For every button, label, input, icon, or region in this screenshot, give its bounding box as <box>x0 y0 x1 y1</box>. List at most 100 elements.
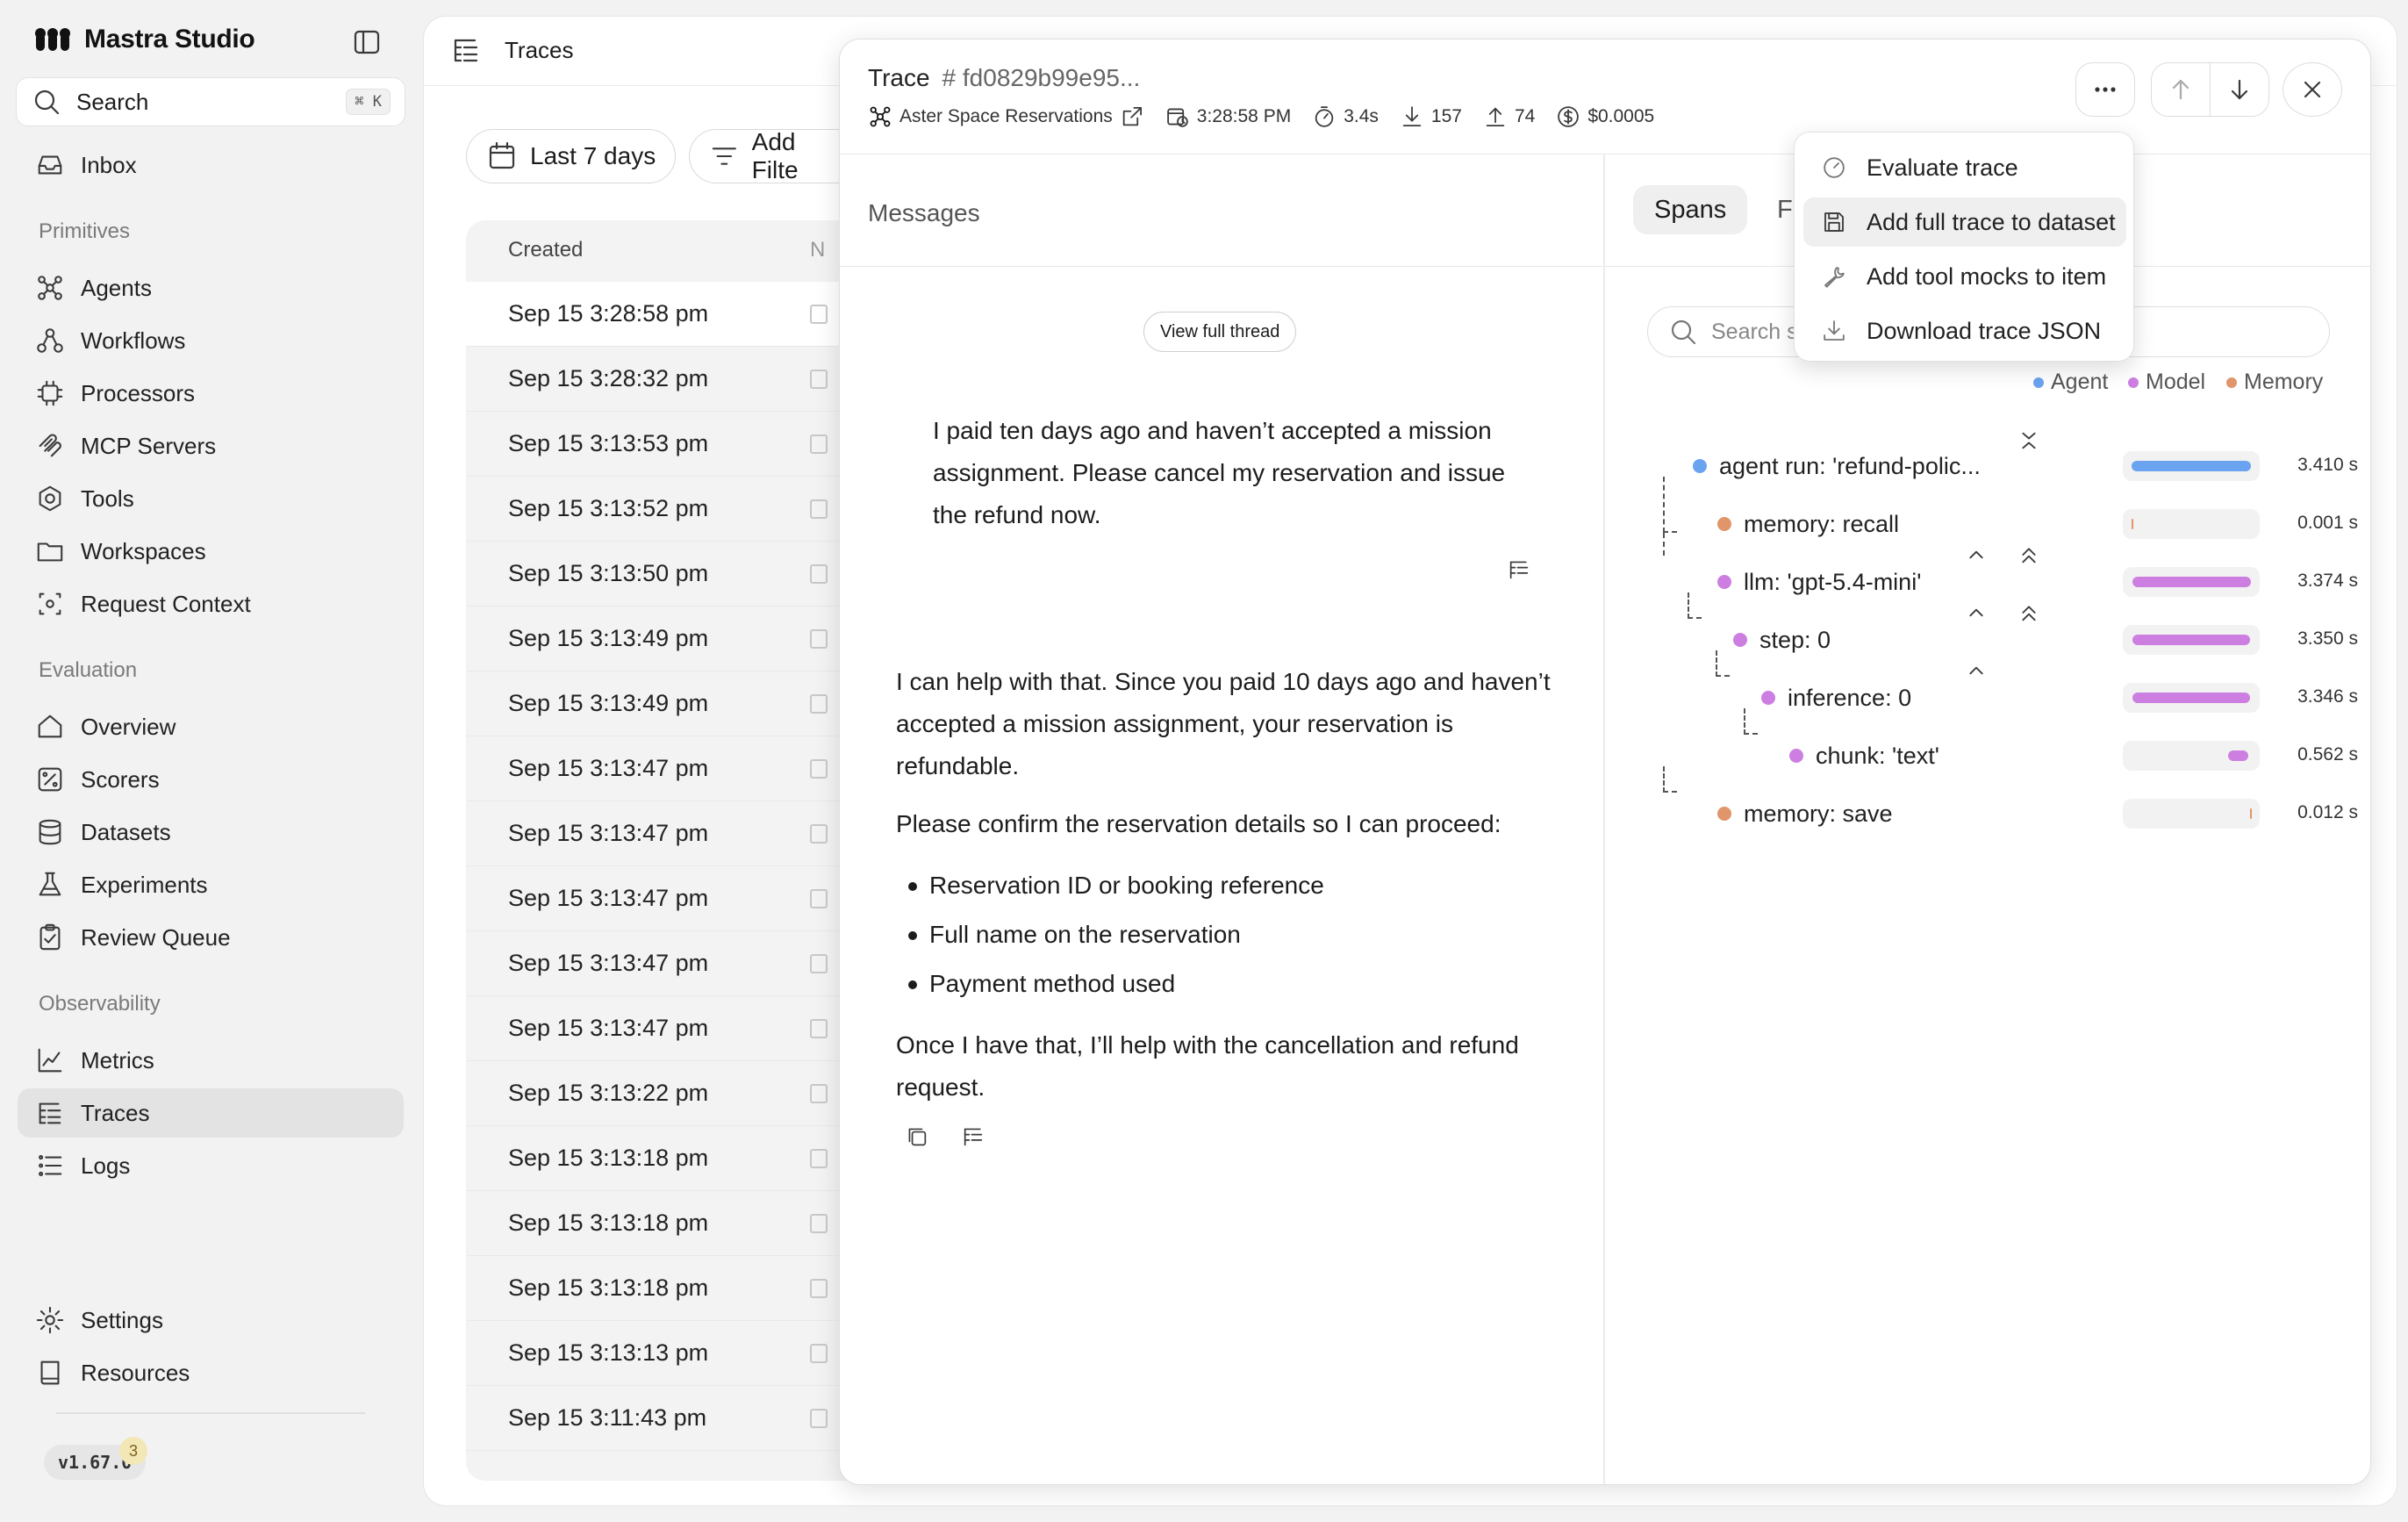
collapse-all-icon[interactable] <box>2016 427 2042 454</box>
row-name-icon <box>810 434 828 454</box>
add-filter-label: Add Filte <box>751 128 799 183</box>
menu-item-label: Add tool mocks to item <box>1867 262 2107 290</box>
row-created: Sep 15 3:13:47 pm <box>508 820 709 846</box>
calendar-clock-icon <box>1167 108 1188 127</box>
sidebar-item-tools[interactable]: Tools <box>18 474 404 523</box>
search-label: Search <box>76 88 149 115</box>
more-actions-button[interactable] <box>2075 62 2135 117</box>
trace-input-tokens: 157 <box>1400 104 1462 129</box>
trace-agent[interactable]: Aster Space Reservations <box>868 104 1144 129</box>
global-search[interactable]: Search ⌘ K <box>16 77 405 126</box>
sidebar-item-overview[interactable]: Overview <box>18 702 404 751</box>
row-created: Sep 15 3:13:50 pm <box>508 560 709 586</box>
user-message: I paid ten days ago and haven’t accepted… <box>933 417 1506 528</box>
span-timeline-bar <box>2132 693 2250 703</box>
span-timeline-bar <box>2250 808 2253 819</box>
legend-label: Agent <box>2051 370 2109 394</box>
sidebar-item-label: Request Context <box>81 590 251 617</box>
row-created: Sep 15 3:13:22 pm <box>508 1080 709 1106</box>
trace-tree-icon[interactable] <box>1507 557 1531 582</box>
chevron-up-icon[interactable] <box>1963 599 1989 626</box>
menu-item-add-full-trace-to-dataset[interactable]: Add full trace to dataset <box>1803 197 2126 247</box>
tree-connector <box>1716 650 1730 677</box>
line-chart-icon <box>38 1048 62 1073</box>
span-duration: 3.410 s <box>2297 455 2358 475</box>
menu-item-label: Evaluate trace <box>1867 154 2018 181</box>
tree-connector <box>1663 766 1677 793</box>
row-created: Sep 15 3:13:52 pm <box>508 495 709 521</box>
chevron-up-icon[interactable] <box>1963 657 1989 684</box>
span-row[interactable]: llm: 'gpt-5.4-mini' <box>1717 564 1921 599</box>
span-row[interactable]: agent run: 'refund-polic... <box>1693 449 1981 484</box>
sidebar-item-resources[interactable]: Resources <box>18 1348 404 1397</box>
timer-icon <box>1315 106 1334 127</box>
sidebar-item-review-queue[interactable]: Review Queue <box>18 913 404 962</box>
sidebar-item-label: Traces <box>81 1099 150 1126</box>
column-created[interactable]: Created <box>508 238 583 262</box>
chevrons-up-icon[interactable] <box>2016 542 2042 568</box>
tools-icon <box>39 485 61 512</box>
tab-spans[interactable]: Spans <box>1633 185 1748 234</box>
span-row[interactable]: inference: 0 <box>1761 680 1911 715</box>
assistant-paragraph: Please confirm the reservation details s… <box>896 810 1501 837</box>
trace-tree-icon[interactable] <box>961 1124 985 1149</box>
span-row[interactable]: chunk: 'text' <box>1789 738 1939 773</box>
add-filter-button[interactable]: Add Filte <box>689 128 864 183</box>
calendar-icon <box>489 141 515 169</box>
span-row[interactable]: memory: save <box>1717 796 1893 831</box>
sidebar-item-processors[interactable]: Processors <box>18 369 404 418</box>
span-row[interactable]: memory: recall <box>1717 506 1899 542</box>
date-range-filter[interactable]: Last 7 days <box>466 129 677 183</box>
menu-item-evaluate-trace[interactable]: Evaluate trace <box>1803 143 2126 192</box>
row-name-icon <box>810 1278 828 1298</box>
sidebar-item-request-context[interactable]: Request Context <box>18 579 404 628</box>
sidebar-item-scorers[interactable]: Scorers <box>18 755 404 804</box>
sidebar-item-experiments[interactable]: Experiments <box>18 860 404 909</box>
sidebar-item-metrics[interactable]: Metrics <box>18 1036 404 1085</box>
next-trace-button[interactable] <box>2210 62 2269 117</box>
span-duration: 3.374 s <box>2297 571 2358 591</box>
row-created: Sep 15 3:13:18 pm <box>508 1210 709 1236</box>
close-drawer-button[interactable] <box>2283 62 2342 117</box>
span-timeline-track <box>2123 509 2260 539</box>
row-name-icon <box>810 888 828 908</box>
sidebar-item-traces[interactable]: Traces <box>18 1088 404 1138</box>
sidebar-item-inbox[interactable]: Inbox <box>18 140 404 190</box>
legend-agent: Agent <box>2033 370 2108 395</box>
sidebar-item-workflows[interactable]: Workflows <box>18 316 404 365</box>
view-full-thread-button[interactable]: View full thread <box>1143 312 1297 352</box>
sidebar-item-settings[interactable]: Settings <box>18 1296 404 1345</box>
arrow-down-tray-icon <box>1402 106 1422 127</box>
arrow-down-icon <box>2231 79 2248 100</box>
sidebar-item-mcp-servers[interactable]: MCP Servers <box>18 421 404 470</box>
column-name[interactable]: N <box>810 238 825 262</box>
span-timeline-track <box>2123 683 2260 713</box>
sidebar-item-logs[interactable]: Logs <box>18 1141 404 1190</box>
sidebar-toggle-button[interactable] <box>351 26 383 58</box>
legend-label: Memory <box>2244 370 2324 394</box>
sidebar-item-label: Processors <box>81 379 196 406</box>
legend-dot <box>2033 377 2044 388</box>
chevrons-up-icon[interactable] <box>2016 599 2042 626</box>
span-type-dot <box>1733 633 1747 647</box>
sidebar-toggle-icon <box>354 30 380 54</box>
trace-label: Trace <box>868 64 930 91</box>
sidebar-item-label: Tools <box>81 485 134 512</box>
span-duration: 3.346 s <box>2297 686 2358 707</box>
sidebar-item-label: Inbox <box>81 151 137 178</box>
sidebar-item-datasets[interactable]: Datasets <box>18 808 404 857</box>
previous-trace-button[interactable] <box>2151 62 2211 117</box>
row-name-icon <box>810 304 828 324</box>
span-row[interactable]: step: 0 <box>1733 622 1831 657</box>
brand[interactable]: Mastra Studio <box>33 25 255 54</box>
sidebar-item-agents[interactable]: Agents <box>18 263 404 312</box>
menu-item-add-tool-mocks[interactable]: Add tool mocks to item <box>1803 252 2126 301</box>
menu-item-download-trace-json[interactable]: Download trace JSON <box>1803 306 2126 355</box>
copy-icon[interactable] <box>905 1124 929 1149</box>
span-name: memory: recall <box>1744 510 1900 537</box>
chevron-up-icon[interactable] <box>1963 542 1989 568</box>
agents-icon <box>870 106 891 127</box>
sidebar-item-workspaces[interactable]: Workspaces <box>18 527 404 576</box>
row-name-icon <box>810 1083 828 1103</box>
trace-id[interactable]: # fd0829b99e95... <box>942 64 1141 92</box>
